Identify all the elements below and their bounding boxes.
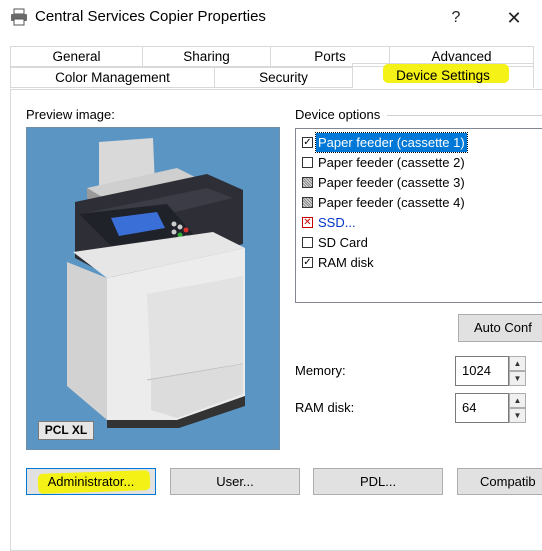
printer-icon [11, 8, 27, 26]
preview-label: Preview image: [26, 107, 115, 122]
checkbox-icon[interactable] [302, 257, 313, 268]
pcl-xl-badge: PCL XL [38, 421, 94, 440]
tab-sharing[interactable]: Sharing [142, 46, 271, 67]
tab-device-settings[interactable]: Device Settings [352, 63, 534, 88]
checkbox-icon[interactable] [302, 157, 313, 168]
list-item-label: SD Card [318, 235, 368, 250]
checkbox-icon[interactable] [302, 177, 313, 188]
checkbox-icon[interactable] [302, 137, 313, 148]
error-x-icon[interactable]: ✕ [302, 217, 313, 228]
checkbox-icon[interactable] [302, 197, 313, 208]
checkbox-icon[interactable] [302, 237, 313, 248]
window-title: Central Services Copier Properties [35, 8, 266, 25]
title-bar: Central Services Copier Properties ? ✕ [0, 0, 542, 36]
memory-up-arrow-icon[interactable]: ▲ [509, 356, 526, 371]
ram-disk-label: RAM disk: [295, 400, 355, 415]
ram-disk-input[interactable]: 64 [455, 393, 509, 423]
memory-down-arrow-icon[interactable]: ▼ [509, 371, 526, 386]
list-item-label: SSD... [318, 215, 356, 230]
preview-image [26, 127, 280, 450]
list-item-label: RAM disk [318, 255, 374, 270]
administrator-button-label: Administrator... [47, 474, 135, 489]
device-options-list[interactable]: Paper feeder (cassette 1) Paper feeder (… [295, 128, 542, 303]
memory-input[interactable]: 1024 [455, 356, 509, 386]
printer-illustration [67, 138, 245, 428]
compatibility-button[interactable]: Compatib [457, 468, 542, 495]
list-item-label: Paper feeder (cassette 1) [315, 132, 468, 153]
help-button[interactable]: ? [436, 4, 476, 32]
close-button[interactable]: ✕ [494, 4, 534, 32]
user-button[interactable]: User... [170, 468, 300, 495]
group-divider [387, 115, 542, 116]
list-item-label: Paper feeder (cassette 2) [318, 155, 465, 170]
tab-color-management[interactable]: Color Management [10, 67, 215, 88]
tab-general[interactable]: General [10, 46, 143, 67]
list-item-label: Paper feeder (cassette 3) [318, 175, 465, 190]
auto-configure-button[interactable]: Auto Conf [458, 314, 542, 342]
tab-security[interactable]: Security [214, 67, 353, 88]
memory-label: Memory: [295, 363, 346, 378]
device-options-label: Device options [295, 107, 381, 122]
ram-disk-up-arrow-icon[interactable]: ▲ [509, 393, 526, 408]
pdl-button[interactable]: PDL... [313, 468, 443, 495]
ram-disk-down-arrow-icon[interactable]: ▼ [509, 408, 526, 423]
list-item-label: Paper feeder (cassette 4) [318, 195, 465, 210]
